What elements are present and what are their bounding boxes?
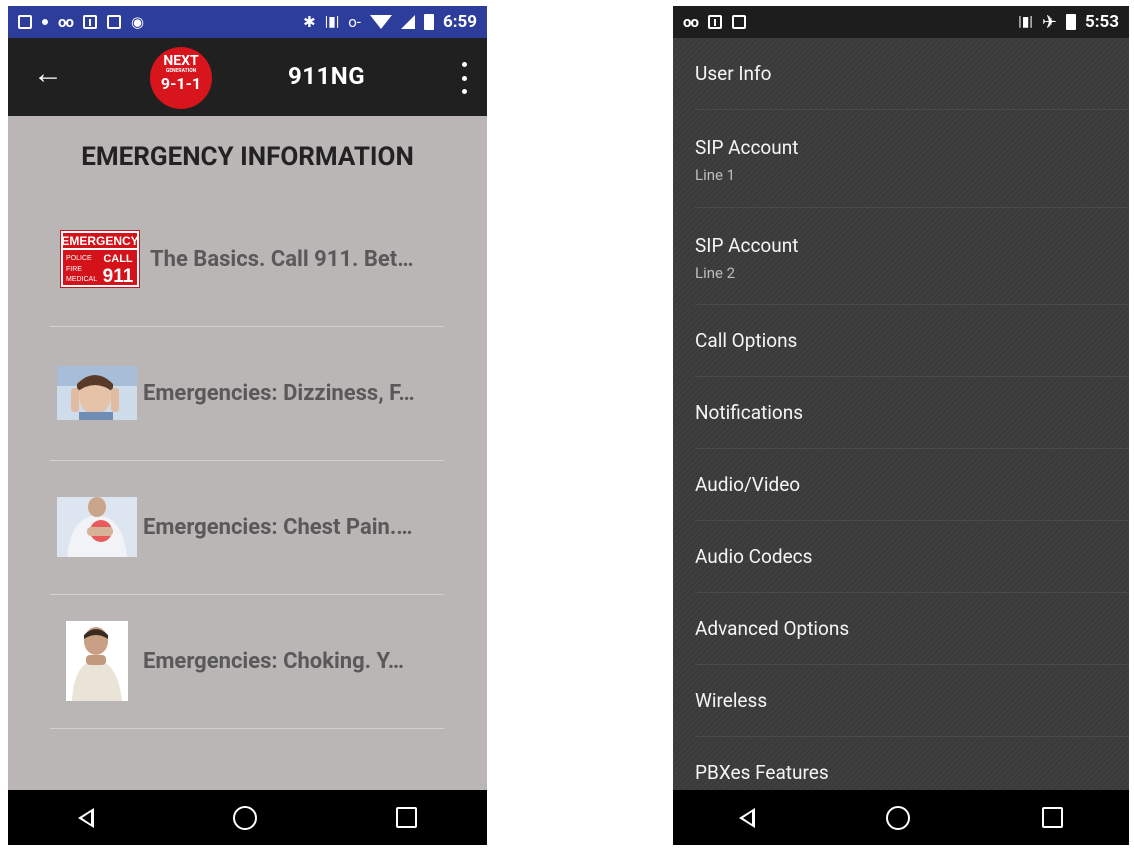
voicemail-icon: oo bbox=[58, 13, 74, 31]
app-toolbar: ← NEXT GENERATION 9-1-1 911NG bbox=[8, 38, 487, 116]
pref-title: PBXes Features bbox=[695, 761, 829, 784]
app-title: 911NG bbox=[288, 62, 366, 90]
sign-left-text-1: POLICE bbox=[66, 255, 92, 262]
navigation-bar bbox=[8, 790, 487, 845]
back-triangle-icon[interactable] bbox=[77, 807, 94, 828]
status-time: 6:59 bbox=[442, 12, 477, 32]
home-circle-icon[interactable] bbox=[886, 805, 911, 830]
pref-subtitle: Line 1 bbox=[695, 166, 736, 184]
item-text: Emergencies: Chest Pain.… bbox=[143, 514, 413, 540]
pref-sip-account-2[interactable]: SIP Account Line 2 bbox=[695, 208, 1129, 305]
right-phone-screen: oo |▮| ✈ 5:53 User Info SIP Account Line… bbox=[673, 6, 1129, 845]
choking-man-thumbnail bbox=[50, 621, 143, 701]
pref-wireless[interactable]: Wireless bbox=[695, 665, 1129, 737]
pref-audio-codecs[interactable]: Audio Codecs bbox=[695, 521, 1129, 593]
sign-right-text-2: 911 bbox=[103, 266, 134, 287]
pref-title: Wireless bbox=[695, 689, 768, 712]
download-icon bbox=[707, 15, 722, 29]
pref-title: Advanced Options bbox=[695, 617, 850, 640]
home-circle-icon[interactable] bbox=[232, 805, 257, 830]
back-triangle-icon[interactable] bbox=[738, 807, 755, 828]
app-logo: NEXT GENERATION 9-1-1 bbox=[150, 47, 212, 109]
emergency-sign-thumbnail: EMERGENCY POLICE FIRE MEDICAL CALL 911 bbox=[50, 230, 150, 288]
image-icon bbox=[18, 15, 32, 29]
item-text: Emergencies: Dizziness, F… bbox=[143, 380, 415, 406]
status-bar: oo ◉ ✱ |▮| o‐ 6:59 bbox=[8, 6, 487, 38]
pref-user-info[interactable]: User Info bbox=[695, 38, 1129, 110]
sign-left-text-2: FIRE bbox=[66, 266, 82, 273]
battery-icon bbox=[1065, 14, 1076, 30]
recents-square-icon[interactable] bbox=[396, 807, 418, 828]
back-arrow-icon[interactable]: ← bbox=[30, 56, 66, 92]
status-time: 5:53 bbox=[1084, 12, 1119, 32]
pref-title: Audio/Video bbox=[695, 473, 801, 496]
download-icon bbox=[82, 15, 97, 29]
pref-pbxes-features[interactable]: PBXes Features bbox=[695, 737, 1129, 797]
pref-call-options[interactable]: Call Options bbox=[695, 305, 1129, 377]
more-options-icon[interactable] bbox=[457, 62, 471, 94]
voicemail-icon: oo bbox=[683, 13, 699, 31]
chest-pain-thumbnail bbox=[50, 497, 143, 557]
list-item[interactable]: Emergencies: Dizziness, F… bbox=[50, 326, 444, 461]
android-icon: ◉ bbox=[130, 13, 145, 31]
recents-square-icon[interactable] bbox=[1042, 807, 1064, 828]
logo-next-text: NEXT bbox=[163, 53, 199, 69]
sign-top-text: EMERGENCY bbox=[61, 234, 138, 248]
pref-title: Audio Codecs bbox=[695, 545, 813, 568]
sign-left-text-3: MEDICAL bbox=[66, 276, 97, 283]
list-item[interactable]: Emergencies: Chest Pain.… bbox=[50, 460, 444, 595]
list-item[interactable]: EMERGENCY POLICE FIRE MEDICAL CALL 911 T… bbox=[50, 192, 444, 327]
pref-title: Call Options bbox=[695, 329, 798, 352]
item-text: The Basics. Call 911. Bet… bbox=[150, 246, 414, 272]
vibrate-icon: |▮| bbox=[324, 14, 340, 30]
pref-audio-video[interactable]: Audio/Video bbox=[695, 449, 1129, 521]
dot-icon bbox=[42, 19, 48, 25]
signal-icon bbox=[400, 15, 415, 29]
pref-title: SIP Account bbox=[695, 234, 799, 257]
pref-title: Notifications bbox=[695, 401, 804, 424]
airplane-icon: ✈ bbox=[1041, 11, 1057, 33]
wifi-icon bbox=[369, 15, 392, 29]
item-text: Emergencies: Choking. Y… bbox=[143, 648, 405, 674]
pref-sip-account-1[interactable]: SIP Account Line 1 bbox=[695, 110, 1129, 208]
page-title: EMERGENCY INFORMATION bbox=[81, 142, 414, 172]
key-icon: o‐ bbox=[348, 13, 361, 31]
dizzy-woman-thumbnail bbox=[50, 366, 143, 420]
bluetooth-icon: ✱ bbox=[303, 13, 316, 31]
status-bar: oo |▮| ✈ 5:53 bbox=[673, 6, 1129, 38]
pref-subtitle: Line 2 bbox=[695, 264, 736, 282]
photo-check-icon bbox=[106, 15, 121, 29]
left-phone-screen: oo ◉ ✱ |▮| o‐ 6:59 ← NEXT GENERATION 9-1… bbox=[8, 6, 487, 845]
pref-title: User Info bbox=[695, 62, 772, 85]
pref-notifications[interactable]: Notifications bbox=[695, 377, 1129, 449]
pref-title: SIP Account bbox=[695, 136, 799, 159]
pref-advanced-options[interactable]: Advanced Options bbox=[695, 593, 1129, 665]
vibrate-icon: |▮| bbox=[1018, 14, 1033, 30]
logo-number-text: 9-1-1 bbox=[160, 74, 202, 93]
navigation-bar bbox=[673, 790, 1129, 845]
sign-right-text-1: CALL bbox=[103, 253, 133, 265]
photo-check-icon bbox=[731, 15, 746, 29]
battery-charging-icon bbox=[423, 14, 434, 30]
list-item[interactable]: Emergencies: Choking. Y… bbox=[50, 594, 444, 729]
